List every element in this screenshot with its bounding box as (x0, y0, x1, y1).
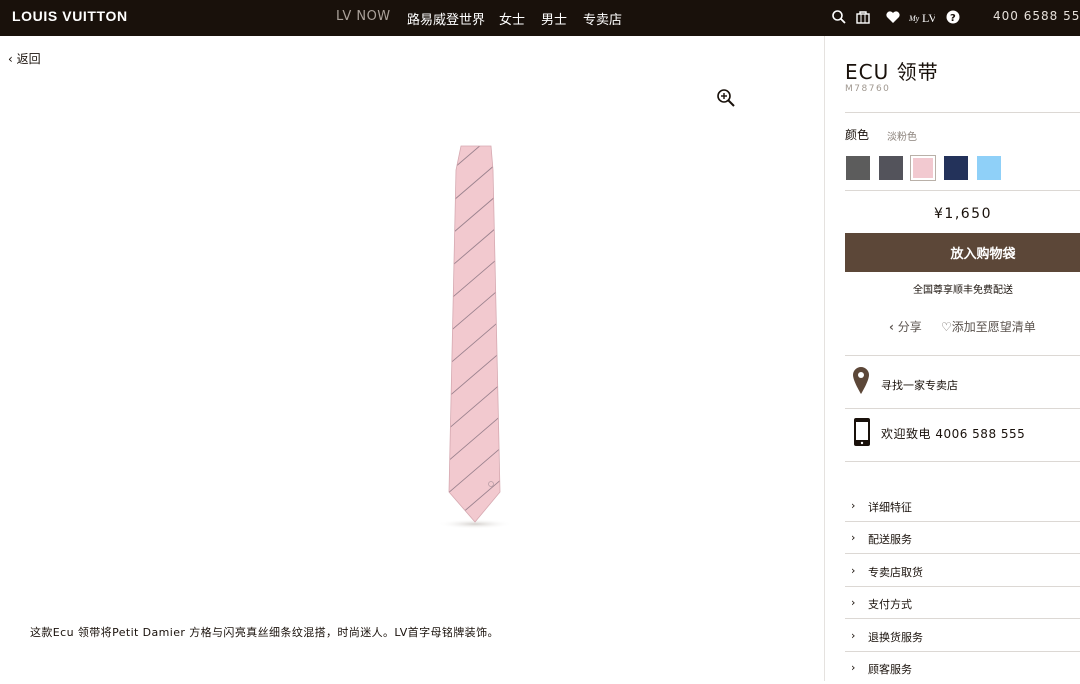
color-swatch-grey[interactable] (846, 156, 870, 180)
shopping-bag-icon[interactable] (855, 9, 871, 25)
divider (845, 408, 1080, 409)
color-swatch-light-blue[interactable] (977, 156, 1001, 180)
brand-logo[interactable]: LOUIS VUITTON (12, 8, 128, 24)
product-title: ECU 领带 (845, 60, 939, 84)
accordion-details[interactable]: › 详细特征 (845, 490, 1080, 522)
back-label: 返回 (16, 52, 41, 66)
share-icon: ‹ (889, 320, 894, 334)
divider (845, 618, 1080, 619)
add-to-wishlist-link[interactable]: ♡添加至愿望清单 (941, 318, 1036, 335)
color-swatch-navy[interactable] (944, 156, 968, 180)
accordion-label: 退换货服务 (868, 631, 923, 644)
shipping-note: 全国尊享顺丰免费配送 (913, 285, 1013, 296)
product-description: 这款Ecu 领带将Petit Damier 方格与闪亮真丝细条纹混搭，时尚迷人。… (30, 626, 499, 639)
mobile-phone-icon (854, 418, 870, 446)
top-navigation-bar: LOUIS VUITTON LV NOW 路易威登世界 女士 男士 专卖店 My… (0, 0, 1080, 38)
chevron-right-icon: › (851, 661, 856, 674)
selected-color-value: 淡粉色 (887, 132, 917, 143)
accordion-returns[interactable]: › 退换货服务 (845, 620, 1080, 652)
share-label: 分享 (897, 320, 922, 334)
find-store-link[interactable]: 寻找一家专卖店 (881, 377, 958, 393)
nav-item-women[interactable]: 女士 (499, 9, 525, 28)
location-pin-icon (853, 367, 869, 394)
accordion-payment[interactable]: › 支付方式 (845, 587, 1080, 619)
accordion-customer-service[interactable]: › 顾客服务 (845, 652, 1080, 684)
wishlist-heart-icon[interactable] (885, 9, 901, 25)
header-phone-number[interactable]: 400 6588 55 (993, 9, 1080, 23)
color-label: 颜色 (845, 128, 870, 142)
nav-item-lv-world[interactable]: 路易威登世界 (407, 9, 485, 28)
color-swatch-light-pink[interactable] (910, 155, 936, 181)
help-icon[interactable]: ? (945, 9, 961, 25)
chevron-right-icon: › (851, 596, 856, 609)
chevron-right-icon: › (851, 564, 856, 577)
chevron-right-icon: › (851, 531, 856, 544)
accordion-label: 顾客服务 (868, 663, 912, 676)
add-to-bag-button[interactable]: 放入购物袋 (845, 233, 1080, 272)
color-swatch-charcoal[interactable] (879, 156, 903, 180)
share-link[interactable]: ‹ 分享 (889, 318, 922, 335)
accordion-label: 配送服务 (868, 533, 912, 546)
product-details-panel: ECU 领带 M78760 颜色 淡粉色 ¥1,650 放入购物袋 全国尊享顺丰… (824, 36, 1080, 681)
accordion-label: 支付方式 (868, 598, 912, 611)
product-sku: M78760 (845, 84, 891, 94)
chevron-right-icon: › (851, 499, 856, 512)
nav-item-lv-now[interactable]: LV NOW (336, 9, 391, 24)
divider (845, 190, 1080, 191)
accordion-store-pickup[interactable]: › 专卖店取货 (845, 555, 1080, 587)
accordion-label: 详细特征 (868, 501, 912, 514)
search-icon[interactable] (831, 9, 847, 25)
zoom-in-icon[interactable] (716, 88, 736, 108)
svg-text:My: My (909, 14, 920, 23)
call-us-text[interactable]: 欢迎致电 4006 588 555 (881, 425, 1025, 442)
svg-text:LV: LV (922, 11, 935, 25)
product-price: ¥1,650 (934, 206, 992, 222)
divider (845, 553, 1080, 554)
product-image-tie (437, 145, 513, 529)
chevron-right-icon: › (851, 629, 856, 642)
accordion-delivery[interactable]: › 配送服务 (845, 522, 1080, 554)
accordion-label: 专卖店取货 (868, 566, 923, 579)
divider (845, 355, 1080, 356)
divider (845, 112, 1080, 113)
back-link[interactable]: ‹ 返回 (8, 50, 41, 67)
wishlist-label: 添加至愿望清单 (951, 320, 1036, 334)
nav-item-stores[interactable]: 专卖店 (583, 9, 622, 28)
nav-item-men[interactable]: 男士 (541, 9, 568, 38)
svg-text:?: ? (950, 13, 956, 24)
my-lv-icon[interactable]: My LV (909, 9, 935, 25)
divider (845, 461, 1080, 462)
heart-outline-icon: ♡ (941, 320, 952, 334)
